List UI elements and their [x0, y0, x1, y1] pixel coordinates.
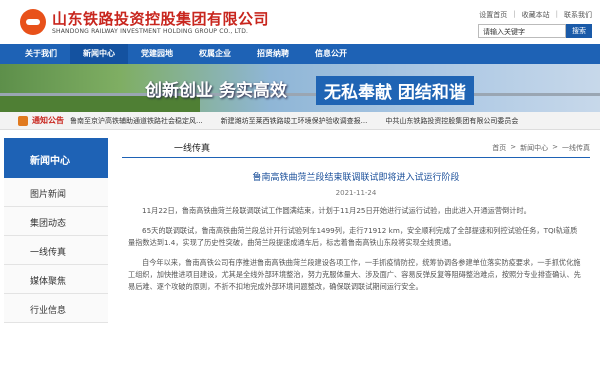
notice-item[interactable]: 新建潍坊至莱西铁路竣工环境保护验收调查报...	[221, 116, 368, 126]
top-links: 设置首页 | 收藏本站 | 联系我们	[479, 10, 592, 20]
search-bar: 请输入关键字 搜索	[478, 24, 592, 38]
banner-railway-image	[0, 93, 600, 96]
article-panel: 一线传真 首页 > 新闻中心 > 一线传真 鲁南高铁曲菏兰段结束联调联试即将进入…	[122, 138, 590, 293]
bookmark-link[interactable]: 收藏本站	[522, 10, 550, 20]
company-logo-icon[interactable]	[20, 9, 46, 35]
link-divider: |	[513, 10, 516, 18]
sidebar-item-industry[interactable]: 行业信息	[4, 294, 108, 323]
banner-slogan-left: 创新创业 务实高效	[145, 81, 287, 101]
breadcrumb-separator: >	[510, 142, 517, 151]
article-paragraph: 自今年以来，鲁南高铁公司有序推进鲁南高铁曲菏兰段建设各项工作，一手抓疫情防控，统…	[128, 258, 581, 291]
article-date: 2021-11-24	[335, 189, 377, 197]
sidebar-item-media[interactable]: 媒体聚焦	[4, 265, 108, 294]
search-button[interactable]: 搜索	[566, 24, 592, 38]
sidebar-item-group-news[interactable]: 集团动态	[4, 207, 108, 236]
company-name-en: SHANDONG RAILWAY INVESTMENT HOLDING GROU…	[52, 28, 249, 35]
set-homepage-link[interactable]: 设置首页	[479, 10, 507, 20]
contact-link[interactable]: 联系我们	[564, 10, 592, 20]
content-header: 一线传真 首页 > 新闻中心 > 一线传真	[122, 138, 590, 158]
breadcrumb-news[interactable]: 新闻中心	[520, 143, 548, 153]
nav-item-news[interactable]: 新闻中心	[70, 44, 128, 64]
nav-item-party[interactable]: 党建园地	[128, 44, 186, 64]
notice-bar: 通知公告 鲁南至京沪高铁辅助通道铁路社会稳定风... 新建潍坊至莱西铁路竣工环境…	[0, 112, 600, 130]
breadcrumb-separator: >	[552, 142, 558, 151]
breadcrumb-current[interactable]: 一线传真	[562, 143, 590, 153]
breadcrumb: 首页 > 新闻中心 > 一线传真	[492, 143, 590, 153]
nav-item-subsidiaries[interactable]: 权属企业	[186, 44, 244, 64]
nav-item-recruit[interactable]: 招贤纳聘	[244, 44, 302, 64]
section-title: 一线传真	[174, 144, 211, 154]
main-area: 新闻中心 图片新闻 集团动态 一线传真 媒体聚焦 行业信息 一线传真 首页 > …	[0, 130, 600, 370]
notice-item[interactable]: 鲁南至京沪高铁辅助通道铁路社会稳定风...	[70, 116, 203, 126]
article-paragraph: 11月22日，鲁南高铁曲菏兰段联调联试工作圆满结束，计划于11月25日开始进行试…	[142, 206, 531, 215]
link-divider: |	[555, 10, 558, 18]
search-input[interactable]: 请输入关键字	[478, 24, 566, 38]
article-title: 鲁南高铁曲菏兰段结束联调联试即将进入试运行阶段	[252, 173, 460, 183]
hero-banner: 创新创业 务实高效 无私奉献 团结和谐	[0, 64, 600, 112]
sidebar-item-photo-news[interactable]: 图片新闻	[4, 178, 108, 207]
breadcrumb-home[interactable]: 首页	[492, 143, 506, 153]
site-header: 山东铁路投资控股集团有限公司 SHANDONG RAILWAY INVESTME…	[0, 0, 600, 44]
sidebar-title: 新闻中心	[4, 138, 108, 178]
notice-label: 通知公告	[32, 116, 64, 125]
article-paragraph: 65天的联调联试，鲁南高铁曲菏兰段总计开行试验列车1499列，走行71912 k…	[128, 226, 578, 247]
banner-slogan-right: 无私奉献 团结和谐	[316, 76, 474, 105]
nav-item-about[interactable]: 关于我们	[12, 44, 70, 64]
nav-item-disclosure[interactable]: 信息公开	[302, 44, 360, 64]
sidebar-item-frontline[interactable]: 一线传真	[4, 236, 108, 265]
sidebar: 新闻中心 图片新闻 集团动态 一线传真 媒体聚焦 行业信息	[4, 138, 108, 323]
speaker-icon	[18, 116, 28, 126]
main-nav: 关于我们 新闻中心 党建园地 权属企业 招贤纳聘 信息公开	[0, 44, 600, 64]
notice-item[interactable]: 中共山东铁路投资控股集团有限公司委员会	[385, 116, 518, 126]
company-name[interactable]: 山东铁路投资控股集团有限公司	[52, 8, 269, 29]
